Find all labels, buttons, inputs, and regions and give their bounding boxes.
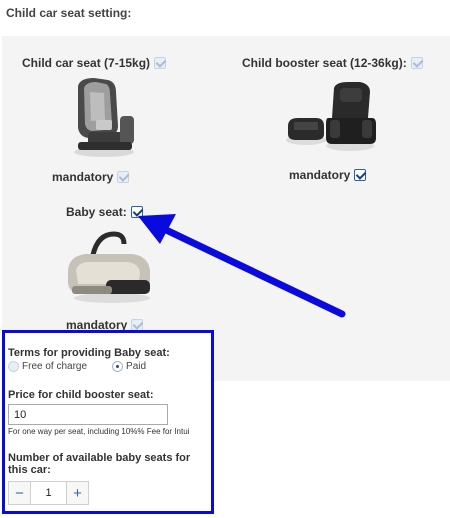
baby-seat-terms-box: Terms for providing Baby seat: Free of c…: [2, 330, 214, 514]
paid-radio[interactable]: [112, 361, 124, 372]
child-seat-mandatory-row: mandatory: [52, 170, 130, 184]
baby-seat-label: Baby seat:: [66, 205, 127, 219]
available-seats-value[interactable]: 1: [31, 481, 66, 505]
increment-button[interactable]: +: [66, 481, 89, 505]
child-seat-label: Child car seat (7-15kg): [22, 56, 151, 70]
booster-seat-mandatory-label: mandatory: [289, 168, 351, 182]
paid-label: Paid: [126, 361, 147, 372]
price-label: Price for child booster seat:: [8, 389, 154, 401]
price-hint: For one way per seat, including 10%% Fee…: [8, 427, 190, 436]
child-seat-mandatory-label: mandatory: [52, 170, 114, 184]
child-seat-mandatory-checkbox[interactable]: [117, 171, 130, 183]
child-car-seat-image: [74, 78, 134, 157]
price-input[interactable]: [8, 404, 168, 425]
child-seat-checkbox[interactable]: [154, 57, 167, 69]
page-title: Child car seat setting:: [6, 6, 132, 20]
decrement-button[interactable]: −: [8, 481, 31, 505]
terms-title: Terms for providing Baby seat:: [8, 347, 170, 359]
baby-seat-header: Baby seat:: [66, 205, 143, 219]
booster-seat-mandatory-checkbox[interactable]: [354, 169, 367, 181]
free-of-charge-radio[interactable]: [8, 361, 19, 372]
baby-seat-image: [68, 231, 150, 303]
child-seat-header: Child car seat (7-15kg): [22, 56, 167, 70]
booster-seat-image: [286, 82, 376, 151]
booster-seat-label: Child booster seat (12-36kg):: [242, 56, 407, 70]
booster-seat-checkbox[interactable]: [410, 57, 423, 69]
baby-seat-checkbox[interactable]: [130, 206, 143, 218]
available-seats-stepper: − 1 +: [8, 481, 207, 505]
free-of-charge-label: Free of charge: [22, 361, 88, 372]
booster-seat-header: Child booster seat (12-36kg):: [242, 56, 423, 70]
terms-radio-group: Free of charge Paid: [8, 361, 207, 372]
booster-seat-mandatory-row: mandatory: [289, 168, 367, 182]
available-seats-label: Number of available baby seats for this …: [8, 452, 191, 476]
